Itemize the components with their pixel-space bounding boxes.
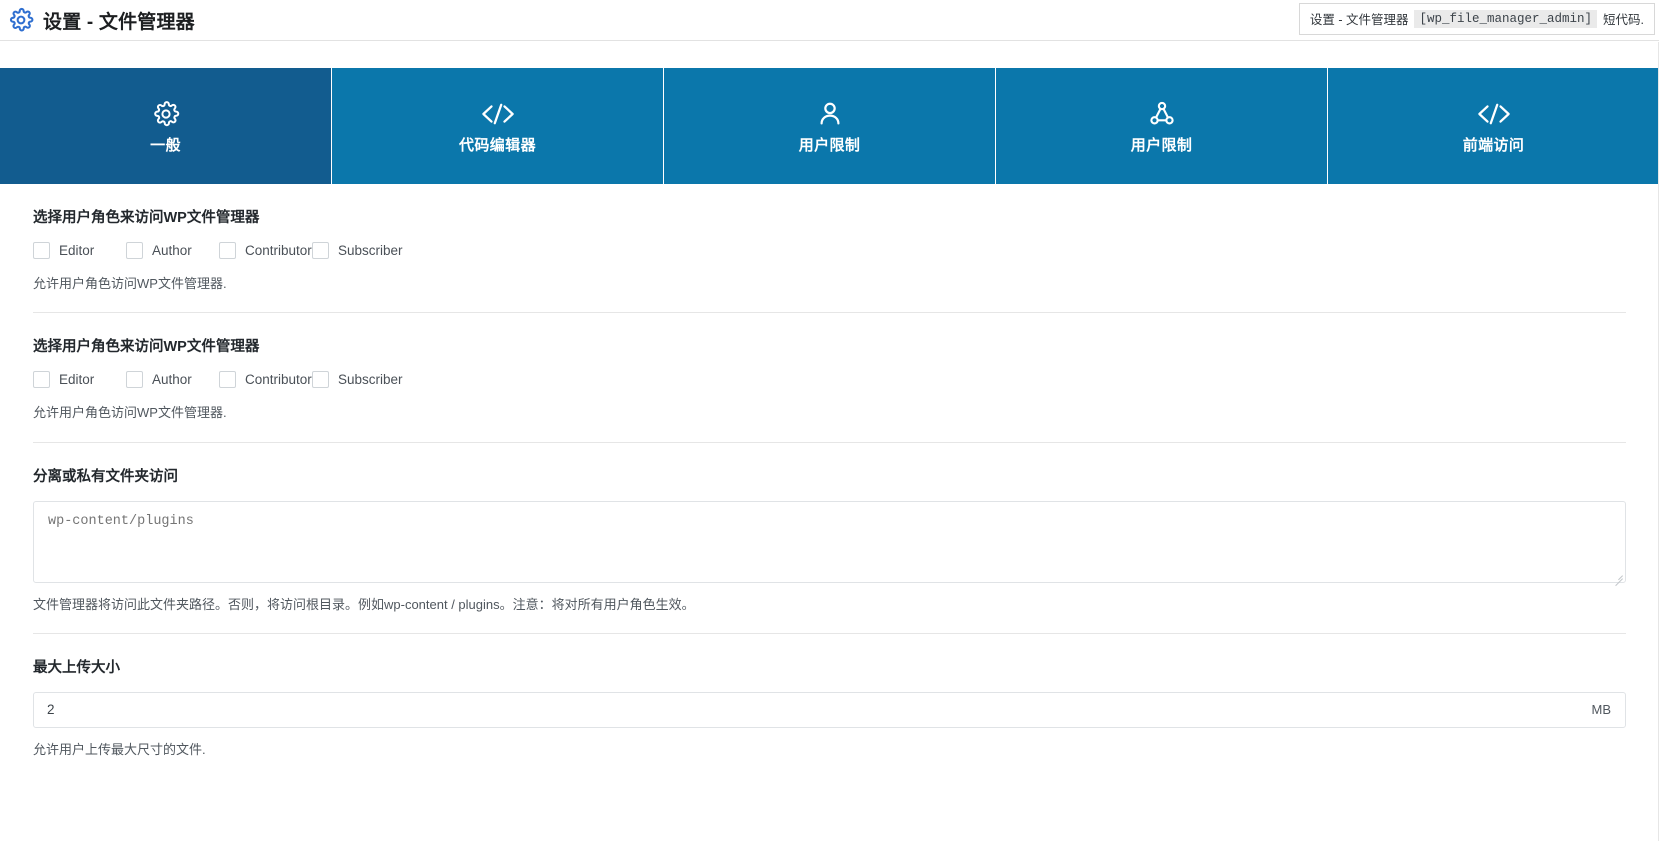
role-checkbox-group: Editor Author Contributor Subscriber xyxy=(33,242,1626,259)
tab-user-restrictions-roles[interactable]: 用户限制 xyxy=(996,68,1328,184)
section-user-roles-1: 选择用户角色来访问WP文件管理器 Editor Author Contribut… xyxy=(33,184,1626,313)
section-description: 允许用户上传最大尺寸的文件. xyxy=(33,740,1626,760)
settings-tabs: 一般 代码编辑器 用户限制 xyxy=(0,68,1659,184)
checkbox-label: Author xyxy=(152,243,192,258)
max-upload-input-group: MB xyxy=(33,692,1626,728)
shortcode-suffix-label: 短代码. xyxy=(1603,9,1644,28)
tab-general[interactable]: 一般 xyxy=(0,68,332,184)
section-user-roles-2: 选择用户角色来访问WP文件管理器 Editor Author Contribut… xyxy=(33,313,1626,442)
tab-user-restrictions[interactable]: 用户限制 xyxy=(664,68,996,184)
role-checkbox-group: Editor Author Contributor Subscriber xyxy=(33,371,1626,388)
max-upload-input[interactable] xyxy=(34,693,1592,727)
checkbox-box[interactable] xyxy=(219,371,236,388)
checkbox-box[interactable] xyxy=(312,242,329,259)
checkbox-box[interactable] xyxy=(126,242,143,259)
section-description: 文件管理器将访问此文件夹路径。否则，将访问根目录。例如wp-content / … xyxy=(33,595,1626,615)
checkbox-editor[interactable]: Editor xyxy=(33,242,126,259)
checkbox-label: Editor xyxy=(59,372,94,387)
folder-path-wrapper xyxy=(33,501,1626,583)
section-description: 允许用户角色访问WP文件管理器. xyxy=(33,274,1626,294)
checkbox-subscriber[interactable]: Subscriber xyxy=(312,371,405,388)
checkbox-box[interactable] xyxy=(33,371,50,388)
checkbox-label: Subscriber xyxy=(338,243,403,258)
checkbox-label: Contributor xyxy=(245,372,312,387)
tab-label: 一般 xyxy=(150,138,181,153)
checkbox-label: Author xyxy=(152,372,192,387)
checkbox-author[interactable]: Author xyxy=(126,242,219,259)
tab-code-editor[interactable]: 代码编辑器 xyxy=(332,68,664,184)
user-icon xyxy=(816,99,844,129)
gear-icon xyxy=(152,99,180,129)
brand: 设置 - 文件管理器 xyxy=(0,7,195,34)
section-folder-access: 分离或私有文件夹访问 文件管理器将访问此文件夹路径。否则，将访问根目录。例如wp… xyxy=(33,443,1626,634)
tab-frontend-access[interactable]: 前端访问 xyxy=(1328,68,1659,184)
checkbox-label: Subscriber xyxy=(338,372,403,387)
checkbox-contributor[interactable]: Contributor xyxy=(219,371,312,388)
shortcode-prefix-label: 设置 - 文件管理器 xyxy=(1310,9,1409,28)
section-title: 分离或私有文件夹访问 xyxy=(33,468,1626,487)
tab-label: 用户限制 xyxy=(1131,138,1193,153)
page-title: 设置 - 文件管理器 xyxy=(43,7,195,34)
section-title: 选择用户角色来访问WP文件管理器 xyxy=(33,209,1626,228)
page-header: 设置 - 文件管理器 设置 - 文件管理器 [wp_file_manager_a… xyxy=(0,0,1659,41)
shortcode-value[interactable]: [wp_file_manager_admin] xyxy=(1414,10,1597,28)
max-upload-unit-label: MB xyxy=(1592,693,1626,727)
code-icon xyxy=(1475,99,1513,129)
tab-label: 用户限制 xyxy=(799,138,861,153)
checkbox-box[interactable] xyxy=(219,242,236,259)
tab-label: 前端访问 xyxy=(1463,138,1525,153)
checkbox-contributor[interactable]: Contributor xyxy=(219,242,312,259)
code-icon xyxy=(479,99,517,129)
checkbox-editor[interactable]: Editor xyxy=(33,371,126,388)
checkbox-label: Editor xyxy=(59,243,94,258)
checkbox-subscriber[interactable]: Subscriber xyxy=(312,242,405,259)
section-title: 最大上传大小 xyxy=(33,659,1626,678)
gear-icon xyxy=(8,7,34,33)
section-description: 允许用户角色访问WP文件管理器. xyxy=(33,403,1626,423)
checkbox-box[interactable] xyxy=(126,371,143,388)
section-title: 选择用户角色来访问WP文件管理器 xyxy=(33,338,1626,357)
checkbox-label: Contributor xyxy=(245,243,312,258)
checkbox-box[interactable] xyxy=(33,242,50,259)
checkbox-box[interactable] xyxy=(312,371,329,388)
settings-content: 选择用户角色来访问WP文件管理器 Editor Author Contribut… xyxy=(0,184,1659,759)
share-nodes-icon xyxy=(1148,99,1176,129)
checkbox-author[interactable]: Author xyxy=(126,371,219,388)
folder-path-textarea[interactable] xyxy=(33,501,1626,583)
tab-label: 代码编辑器 xyxy=(459,138,536,153)
section-max-upload-size: 最大上传大小 MB 允许用户上传最大尺寸的文件. xyxy=(33,634,1626,759)
shortcode-hint: 设置 - 文件管理器 [wp_file_manager_admin] 短代码. xyxy=(1299,3,1655,35)
